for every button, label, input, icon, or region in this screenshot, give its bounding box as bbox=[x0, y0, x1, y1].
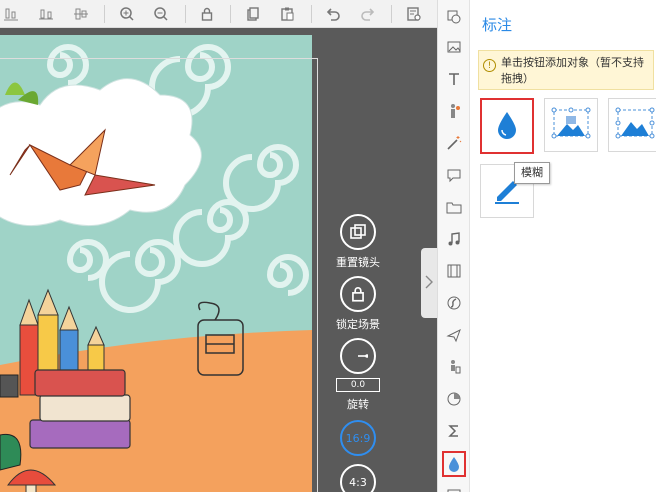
panel-title: 标注 bbox=[482, 16, 513, 34]
mosaic-frame-alt-icon bbox=[615, 107, 655, 144]
toolbar-divider bbox=[230, 4, 232, 23]
notice-text: 单击按钮添加对象（暂不支持拖拽） bbox=[501, 56, 644, 85]
zoom-out-icon[interactable] bbox=[150, 3, 173, 25]
character-icon[interactable] bbox=[443, 100, 465, 122]
ratio-16-9-button[interactable]: 16:9 bbox=[340, 420, 376, 456]
align-middle-icon[interactable] bbox=[70, 3, 93, 25]
pointer-figure-icon[interactable] bbox=[443, 356, 465, 378]
speech-bubble-icon[interactable] bbox=[443, 164, 465, 186]
toolbar-divider bbox=[391, 4, 393, 23]
align-center-icon[interactable] bbox=[35, 3, 58, 25]
toolbar-divider bbox=[184, 4, 186, 23]
camera-controls: 重置镜头 锁定场景 0.0 旋转 16:9 4:3 bbox=[328, 214, 388, 492]
scene-illustration[interactable] bbox=[0, 35, 312, 492]
image-icon[interactable] bbox=[443, 36, 465, 58]
toolbar-divider bbox=[104, 4, 106, 23]
blur-tile[interactable] bbox=[480, 98, 534, 154]
toolbar-divider bbox=[310, 4, 312, 23]
redo-icon[interactable] bbox=[357, 3, 380, 25]
film-icon[interactable] bbox=[443, 260, 465, 282]
paste-icon[interactable] bbox=[276, 3, 299, 25]
align-bottom-icon[interactable] bbox=[0, 3, 23, 25]
text-icon[interactable] bbox=[443, 68, 465, 90]
folder-icon[interactable] bbox=[443, 196, 465, 218]
undo-icon[interactable] bbox=[322, 3, 345, 25]
canvas-stage[interactable]: 重置镜头 锁定场景 0.0 旋转 16:9 4:3 bbox=[0, 28, 437, 492]
editor-root: 重置镜头 锁定场景 0.0 旋转 16:9 4:3 标注 ! 单击按钮添加对象（… bbox=[0, 0, 656, 492]
object-category-strip bbox=[437, 0, 470, 492]
effect-wand-icon[interactable] bbox=[443, 132, 465, 154]
sigma-icon[interactable] bbox=[443, 420, 465, 442]
rotate-dial-icon[interactable] bbox=[340, 338, 376, 374]
annotation-panel: 标注 ! 单击按钮添加对象（暂不支持拖拽） bbox=[470, 0, 656, 492]
plane-icon[interactable] bbox=[443, 324, 465, 346]
ratio-4-3-button[interactable]: 4:3 bbox=[340, 464, 376, 492]
mosaic-frame-icon bbox=[551, 107, 591, 144]
lock-scene-label: 锁定场景 bbox=[336, 318, 380, 331]
rotate-label: 旋转 bbox=[347, 398, 369, 411]
copy-icon[interactable] bbox=[241, 3, 264, 25]
blur-tooltip: 模糊 bbox=[514, 162, 550, 184]
more-icon[interactable] bbox=[443, 482, 465, 492]
zoom-in-icon[interactable] bbox=[115, 3, 138, 25]
droplet-icon[interactable] bbox=[442, 451, 466, 477]
preview-icon[interactable] bbox=[402, 3, 425, 25]
music-icon[interactable] bbox=[443, 228, 465, 250]
collapse-panel-toggle[interactable] bbox=[421, 248, 437, 318]
top-toolbar bbox=[0, 0, 437, 28]
lock-icon[interactable] bbox=[196, 3, 219, 25]
info-icon: ! bbox=[483, 59, 496, 72]
chevron-right-icon bbox=[425, 274, 433, 293]
reset-camera-control[interactable]: 重置镜头 bbox=[328, 214, 388, 270]
lock-scene-icon[interactable] bbox=[340, 276, 376, 312]
notice-banner: ! 单击按钮添加对象（暂不支持拖拽） bbox=[478, 50, 654, 90]
lock-scene-control[interactable]: 锁定场景 bbox=[328, 276, 388, 332]
rotate-control[interactable]: 0.0 旋转 bbox=[328, 338, 388, 412]
shape-icon[interactable] bbox=[443, 6, 465, 28]
pie-chart-icon[interactable] bbox=[443, 388, 465, 410]
rotate-value[interactable]: 0.0 bbox=[336, 378, 380, 392]
mosaic-tile[interactable] bbox=[544, 98, 598, 152]
reset-camera-label: 重置镜头 bbox=[336, 256, 380, 269]
reset-camera-icon[interactable] bbox=[340, 214, 376, 250]
mosaic-alt-tile[interactable] bbox=[608, 98, 656, 152]
blur-droplet-icon bbox=[496, 110, 518, 143]
flash-icon[interactable] bbox=[443, 292, 465, 314]
